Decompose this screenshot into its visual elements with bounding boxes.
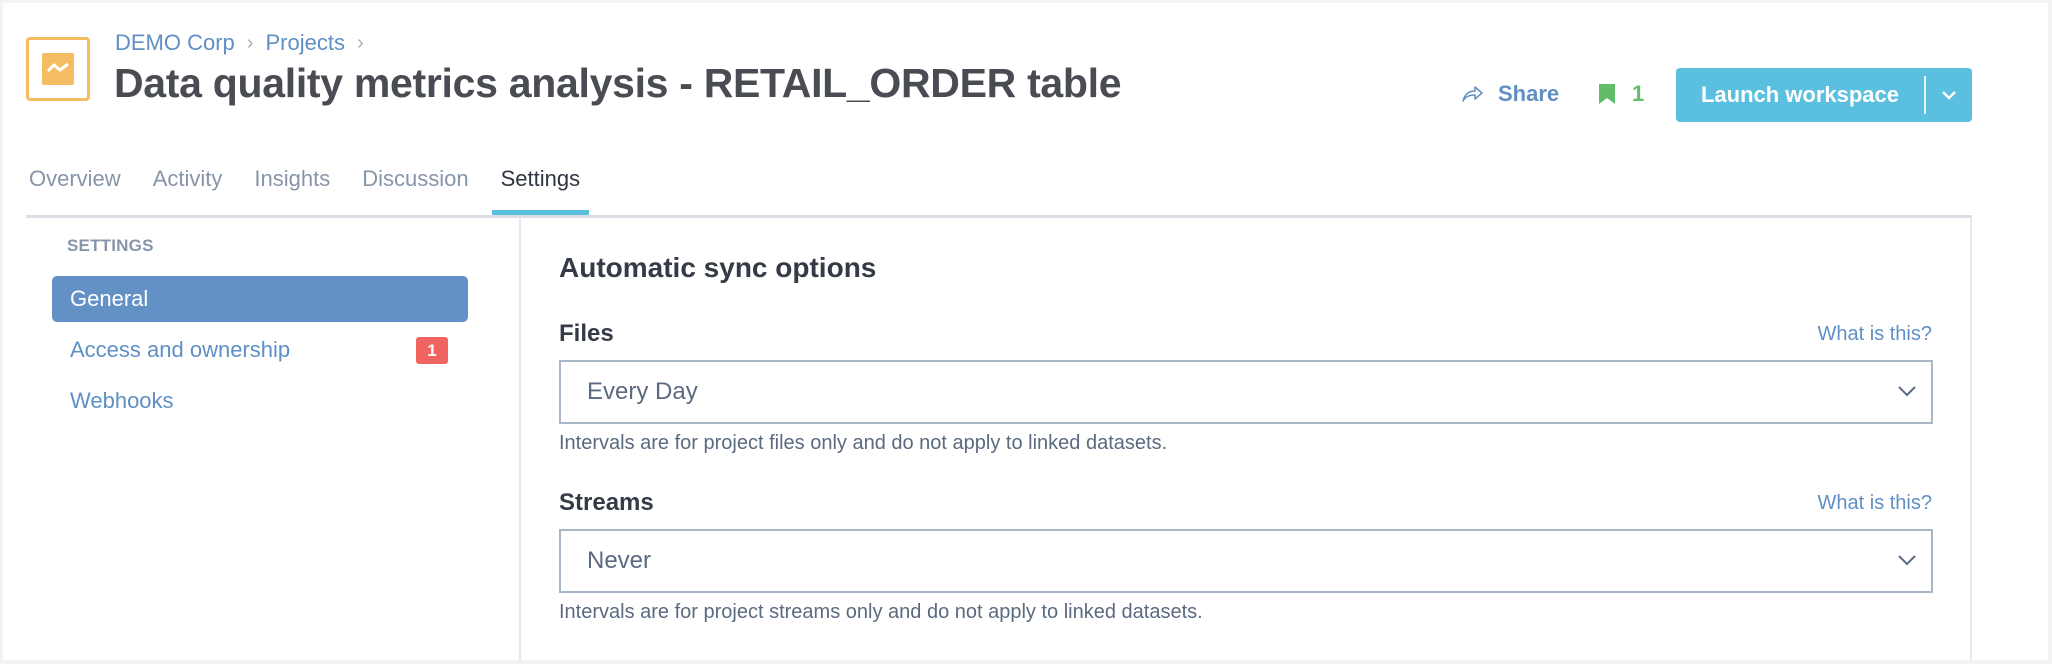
streams-sync-select[interactable]: Never <box>559 529 1933 593</box>
bookmark-button[interactable]: 1 <box>1598 78 1644 110</box>
sidebar-item-label: Webhooks <box>70 388 174 413</box>
page-title: Data quality metrics analysis - RETAIL_O… <box>114 60 1122 106</box>
sidebar-item-general[interactable]: General <box>52 276 468 322</box>
chevron-down-icon <box>1898 386 1916 397</box>
tab-overview[interactable]: Overview <box>26 160 124 209</box>
project-logo <box>26 37 90 101</box>
launch-workspace-button[interactable]: Launch workspace <box>1676 68 1924 122</box>
section-title: Automatic sync options <box>559 252 877 283</box>
launch-options-dropdown[interactable] <box>1926 68 1972 122</box>
streams-sync-value: Never <box>587 547 652 574</box>
launch-workspace-split-button: Launch workspace <box>1676 68 1972 122</box>
breadcrumb: DEMO Corp › Projects › <box>115 28 376 58</box>
panel-border <box>1970 218 1972 660</box>
share-label: Share <box>1498 81 1560 106</box>
tab-activity[interactable]: Activity <box>150 160 226 209</box>
sidebar-divider <box>519 218 521 660</box>
sidebar-item-webhooks[interactable]: Webhooks <box>52 378 468 424</box>
files-sync-select[interactable]: Every Day <box>559 360 1933 424</box>
streams-label: Streams <box>559 489 654 516</box>
sidebar-item-label: General <box>70 286 149 311</box>
tab-discussion[interactable]: Discussion <box>359 160 471 209</box>
share-icon <box>1462 86 1483 102</box>
files-label: Files <box>559 320 614 347</box>
notification-badge: 1 <box>416 337 448 364</box>
chevron-down-icon <box>1898 555 1916 566</box>
files-sync-value: Every Day <box>587 378 698 405</box>
streams-help-link[interactable]: What is this? <box>1818 492 1932 515</box>
sidebar-heading: SETTINGS <box>67 236 154 255</box>
bookmark-icon <box>1599 84 1615 104</box>
tab-settings[interactable]: Settings <box>491 160 589 215</box>
tab-bar: Overview Activity Insights Discussion Se… <box>26 160 1972 218</box>
streams-help-text: Intervals are for project streams only a… <box>559 601 1203 623</box>
bookmark-count: 1 <box>1632 81 1645 106</box>
breadcrumb-org[interactable]: DEMO Corp <box>115 30 235 56</box>
files-help-link[interactable]: What is this? <box>1818 323 1932 346</box>
sidebar-item-access-and-ownership[interactable]: Access and ownership 1 <box>52 327 468 373</box>
tab-insights[interactable]: Insights <box>251 160 333 209</box>
chevron-down-icon <box>1942 91 1956 100</box>
chevron-right-icon: › <box>246 31 254 54</box>
sidebar-item-label: Access and ownership <box>70 337 291 362</box>
chart-line-icon <box>42 53 74 85</box>
chevron-right-icon: › <box>356 31 364 54</box>
breadcrumb-projects[interactable]: Projects <box>265 30 344 56</box>
files-help-text: Intervals are for project files only and… <box>559 432 1168 454</box>
share-button[interactable]: Share <box>1462 78 1559 110</box>
